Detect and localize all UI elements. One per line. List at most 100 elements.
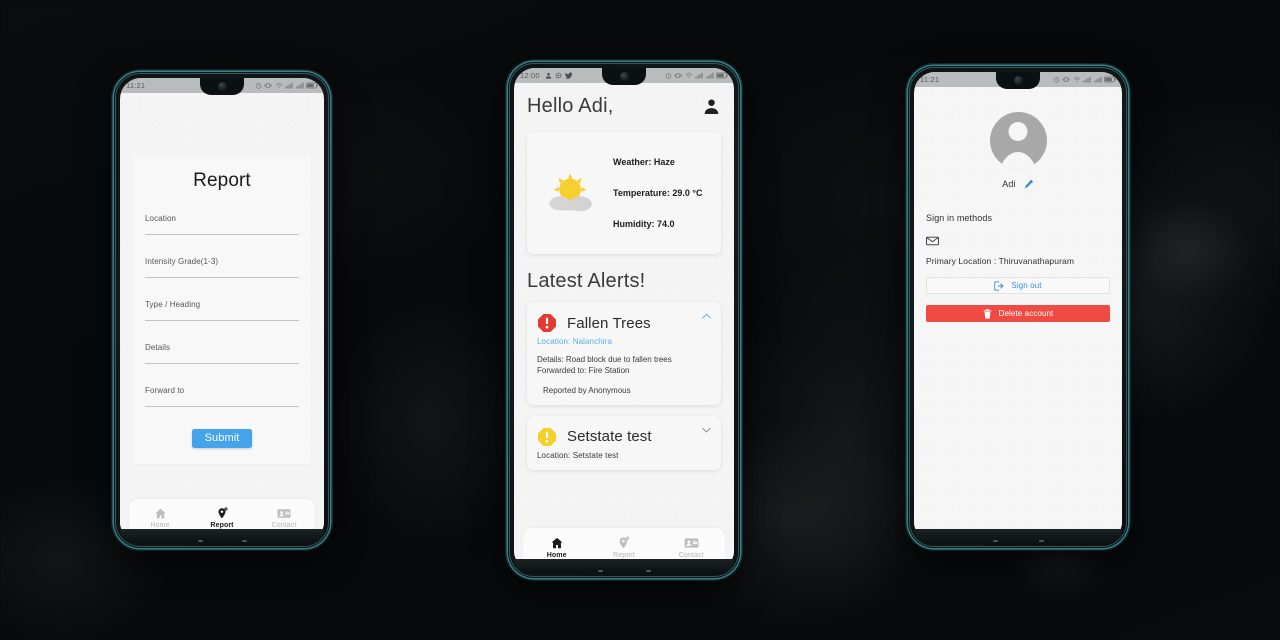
battery-icon <box>1104 76 1116 83</box>
person-icon[interactable] <box>702 97 721 116</box>
nav-label-home: Home <box>150 522 170 529</box>
location-field[interactable]: Location <box>140 214 304 235</box>
forward-to-field-label: Forward to <box>145 386 185 395</box>
details-field-underline <box>145 363 299 364</box>
phone1-notch <box>200 78 244 95</box>
phone2-notch <box>602 68 646 85</box>
wifi-icon <box>685 73 692 78</box>
weather-card: Weather: Haze Temperature: 29.0 °C Humid… <box>527 132 721 254</box>
nav-label-contact: Contact <box>271 522 297 529</box>
status-time: 11:21 <box>126 81 146 90</box>
submit-button[interactable]: Submit <box>191 429 253 448</box>
chevron-down-icon[interactable] <box>702 427 711 433</box>
alert-header: Fallen Trees <box>537 313 711 333</box>
phone3-content: Adi Sign in methods Primary Location : T… <box>914 87 1122 322</box>
vibrate-icon <box>1062 76 1070 83</box>
add-location-icon <box>217 507 228 519</box>
nav-item-home[interactable]: Home <box>523 536 590 559</box>
nav-item-home[interactable]: Home <box>129 507 191 529</box>
wifi-icon <box>275 83 282 88</box>
contact-card-icon <box>684 537 699 548</box>
phone-device-home: 12:00 Hello Adi, Weather: Haze Temperatu… <box>508 62 740 578</box>
nav-label-report: Report <box>613 551 635 559</box>
intensity-field-label: Intensity Grade(1-3) <box>145 257 219 266</box>
nav-label-home: Home <box>546 551 567 559</box>
pencil-icon[interactable] <box>1024 179 1034 189</box>
delete-account-label: Delete account <box>998 309 1054 318</box>
nav-item-report[interactable]: Report <box>191 507 253 529</box>
phone1-screen: 11:21 Report Location Intensity Grade(1-… <box>120 78 324 537</box>
avatar-shoulders <box>998 152 1038 169</box>
greeting-text: Hello Adi, <box>527 95 614 117</box>
signal2-icon <box>1094 76 1101 83</box>
details-field-label: Details <box>145 343 171 352</box>
envelope-icon <box>926 236 939 246</box>
avatar-placeholder-icon[interactable] <box>989 112 1047 169</box>
alert-location: Location: Setstate test <box>537 450 619 460</box>
delete-account-button[interactable]: Delete account <box>926 305 1110 322</box>
details-field[interactable]: Details <box>140 343 304 364</box>
type-heading-field[interactable]: Type / Heading <box>140 300 304 321</box>
signal-icon <box>285 82 293 89</box>
weather-temperature: Temperature: 29.0 °C <box>613 188 703 198</box>
alert-title: Setstate test <box>567 428 652 446</box>
alarm-icon <box>255 83 261 89</box>
home-header: Hello Adi, <box>514 83 734 128</box>
intensity-field[interactable]: Intensity Grade(1-3) <box>140 257 304 278</box>
type-heading-field-label: Type / Heading <box>145 300 201 309</box>
type-heading-field-underline <box>145 320 299 321</box>
signal-icon <box>695 72 703 79</box>
status-notification-icons <box>545 72 573 79</box>
home-icon <box>551 537 563 548</box>
battery-icon <box>716 72 728 79</box>
alarm-icon <box>665 73 671 79</box>
chevron-up-icon[interactable] <box>702 313 711 319</box>
weather-humidity: Humidity: 74.0 <box>613 219 675 229</box>
alerts-section-title: Latest Alerts! <box>527 270 646 292</box>
avatar-head <box>1008 122 1028 141</box>
status-icons <box>665 72 729 79</box>
weather-readings: Weather: Haze Temperature: 29.0 °C Humid… <box>613 157 715 229</box>
phone2-screen: 12:00 Hello Adi, Weather: Haze Temperatu… <box>514 68 734 566</box>
alert-title: Fallen Trees <box>567 314 651 332</box>
sign-out-label: Sign out <box>1011 281 1042 290</box>
vibrate-icon <box>674 72 682 79</box>
home-icon <box>154 508 166 519</box>
person-notification-icon <box>545 72 551 79</box>
battery-icon <box>306 82 318 89</box>
sign-in-methods-label: Sign in methods <box>926 213 993 223</box>
wifi-icon <box>1073 77 1080 82</box>
alert-card-setstate-test[interactable]: Setstate test Location: Setstate test <box>527 415 721 470</box>
sign-out-button[interactable]: Sign out <box>926 277 1110 294</box>
primary-location-text: Primary Location : Thiruvanathapuram <box>926 256 1075 266</box>
report-form-card: Report Location Intensity Grade(1-3) Typ… <box>133 156 311 464</box>
vibrate-icon <box>264 82 272 89</box>
front-camera <box>1013 76 1023 85</box>
alert-octagon-yellow-icon <box>538 427 556 446</box>
status-time: 12:00 <box>520 71 540 80</box>
phone1-bottom-bezel <box>120 529 324 543</box>
alert-details: Details: Road block due to fallen trees <box>537 355 672 364</box>
front-camera <box>217 82 227 91</box>
alert-header: Setstate test <box>537 427 711 447</box>
phone2-content: Hello Adi, Weather: Haze Temperature: 29… <box>514 83 734 470</box>
alert-reported-by: Reported by Anonymous <box>543 385 631 395</box>
forward-to-field[interactable]: Forward to <box>140 386 304 407</box>
nav-item-contact[interactable]: Contact <box>253 507 315 529</box>
weather-condition: Weather: Haze <box>613 157 675 167</box>
alert-location: Location: Nalanchira <box>537 337 612 346</box>
avatar-wrapper <box>914 87 1122 169</box>
user-name-row: Adi <box>914 179 1122 189</box>
signal2-icon <box>706 72 713 79</box>
alert-octagon-red-icon <box>538 314 556 332</box>
location-field-label: Location <box>145 214 177 223</box>
nav-item-report[interactable]: Report <box>590 535 657 559</box>
nav-label-report: Report <box>210 522 234 529</box>
status-icons <box>1053 76 1117 83</box>
alarm-icon <box>1053 77 1059 83</box>
contact-card-icon <box>277 509 291 518</box>
nav-item-contact[interactable]: Contact <box>658 536 725 559</box>
email-method-row[interactable] <box>914 223 1122 251</box>
alert-card-fallen-trees[interactable]: Fallen Trees Location: Nalanchira Detail… <box>527 302 721 405</box>
phone3-screen: 11:21 Adi Sign in methods Primary Locati… <box>914 72 1122 537</box>
